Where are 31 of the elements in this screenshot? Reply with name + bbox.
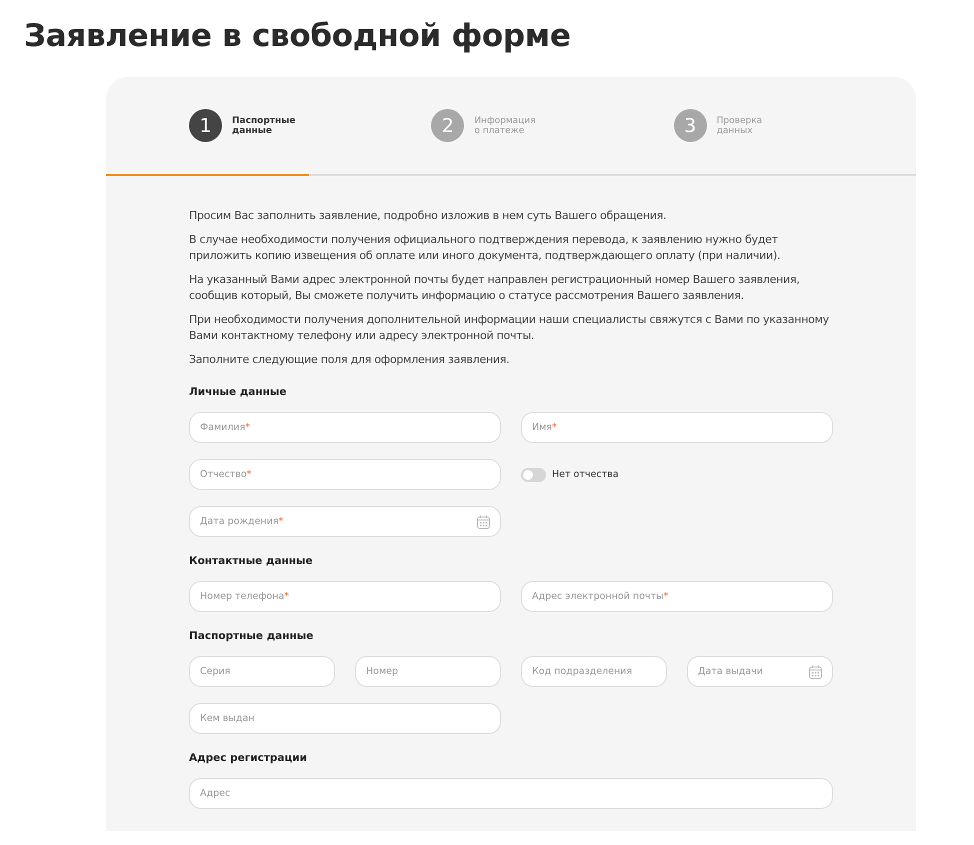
input-field[interactable]: Серия — [189, 656, 335, 687]
section-heading: Контактные данные — [189, 555, 314, 567]
intro-paragraph: На указанный Вами адрес электронной почты будет направлен регистрационный номер Вашего заявления, сообщив который, Вы сможете получить информацию о статусе рассмотрения Вашего заявления. — [189, 272, 801, 304]
intro-paragraph: При необходимости получения дополнительной информации наши специалисты свяжутся с Вами по указанному Вами контактному телефону или адресу электронной почты. — [189, 312, 830, 344]
section-heading: Адрес регистрации — [189, 752, 308, 764]
input-field[interactable]: Дата выдачи — [687, 656, 833, 687]
step-number[interactable]: 1 — [189, 109, 222, 142]
step-number[interactable]: 3 — [674, 109, 707, 142]
intro-paragraph: В случае необходимости получения официального подтверждения перевода, к заявлению нужно будет приложить копию извещения об оплате или иного документа, подтверждающего оплату (при наличии). — [189, 232, 782, 264]
input-field[interactable]: Номер телефона* — [189, 581, 501, 612]
toggle-switch[interactable] — [521, 468, 546, 482]
step-label[interactable]: Проверка данных — [716, 116, 777, 136]
step-label[interactable]: Информация о платеже — [474, 116, 534, 136]
input-field[interactable]: Адрес — [189, 778, 833, 809]
input-field[interactable]: Отчество* — [189, 459, 501, 490]
input-field[interactable]: Номер — [355, 656, 501, 687]
section-heading: Паспортные данные — [189, 630, 314, 642]
intro-paragraph: Заполните следующие поля для оформления заявления. — [189, 352, 510, 368]
calendar-icon — [477, 514, 490, 528]
input-field[interactable]: Имя* — [521, 412, 833, 443]
calendar-icon — [809, 664, 822, 678]
input-field[interactable]: Фамилия* — [189, 412, 501, 443]
input-field[interactable]: Дата рождения* — [189, 506, 501, 537]
toggle-label: Нет отчества — [552, 469, 619, 480]
input-field[interactable]: Код подразделения — [521, 656, 667, 687]
input-field[interactable]: Кем выдан — [189, 703, 501, 734]
step-number[interactable]: 2 — [431, 109, 464, 142]
section-heading: Личные данные — [189, 386, 288, 398]
input-field[interactable]: Адрес электронной почты* — [521, 581, 833, 612]
page-title: Заявление в свободной форме — [24, 17, 572, 56]
intro-paragraph: Просим Вас заполнить заявление, подробно изложив в нем суть Вашего обращения. — [189, 208, 668, 224]
